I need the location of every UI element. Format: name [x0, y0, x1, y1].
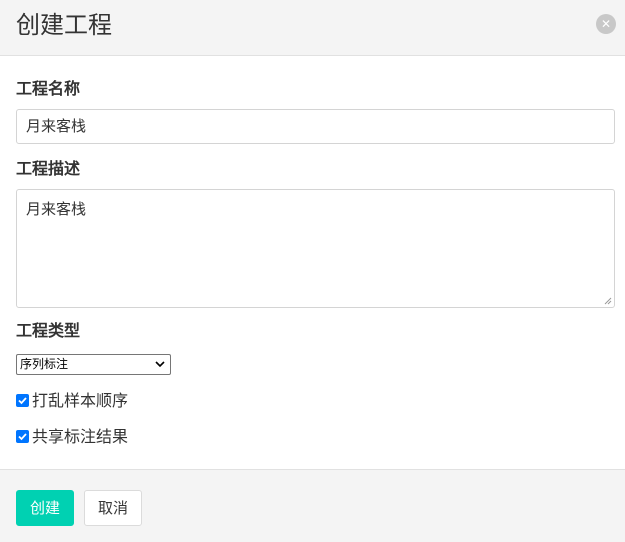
resize-grip-icon[interactable]	[604, 297, 612, 305]
share-annotations-checkbox[interactable]	[16, 430, 29, 443]
dialog-header: 创建工程 ✕	[0, 0, 625, 56]
close-button[interactable]: ✕	[596, 14, 616, 34]
project-name-input[interactable]: 月来客栈	[16, 109, 615, 144]
dialog-title: 创建工程	[16, 11, 112, 39]
chevron-down-icon	[155, 361, 165, 368]
create-project-dialog: 创建工程 ✕ 工程名称 月来客栈 工程描述 月来客栈 工程类型 序列标注 打乱样…	[0, 0, 625, 542]
project-description-text: 月来客栈	[26, 200, 87, 218]
share-annotations-label: 共享标注结果	[32, 427, 129, 446]
shuffle-samples-label: 打乱样本顺序	[32, 391, 129, 410]
dialog-footer: 创建 取消	[0, 469, 625, 542]
create-button[interactable]: 创建	[16, 490, 74, 526]
shuffle-samples-checkbox[interactable]	[16, 394, 29, 407]
dialog-body: 工程名称 月来客栈 工程描述 月来客栈 工程类型 序列标注 打乱样本顺序 共享标…	[0, 57, 625, 469]
project-description-label: 工程描述	[16, 159, 81, 178]
project-description-textarea[interactable]: 月来客栈	[16, 189, 615, 308]
checkmark-icon	[18, 433, 27, 441]
cancel-button[interactable]: 取消	[84, 490, 142, 526]
project-type-select[interactable]: 序列标注	[16, 354, 171, 375]
project-type-label: 工程类型	[16, 321, 81, 340]
close-icon: ✕	[600, 17, 612, 31]
project-name-label: 工程名称	[16, 79, 81, 98]
project-type-selected: 序列标注	[20, 357, 69, 371]
checkmark-icon	[18, 397, 27, 405]
